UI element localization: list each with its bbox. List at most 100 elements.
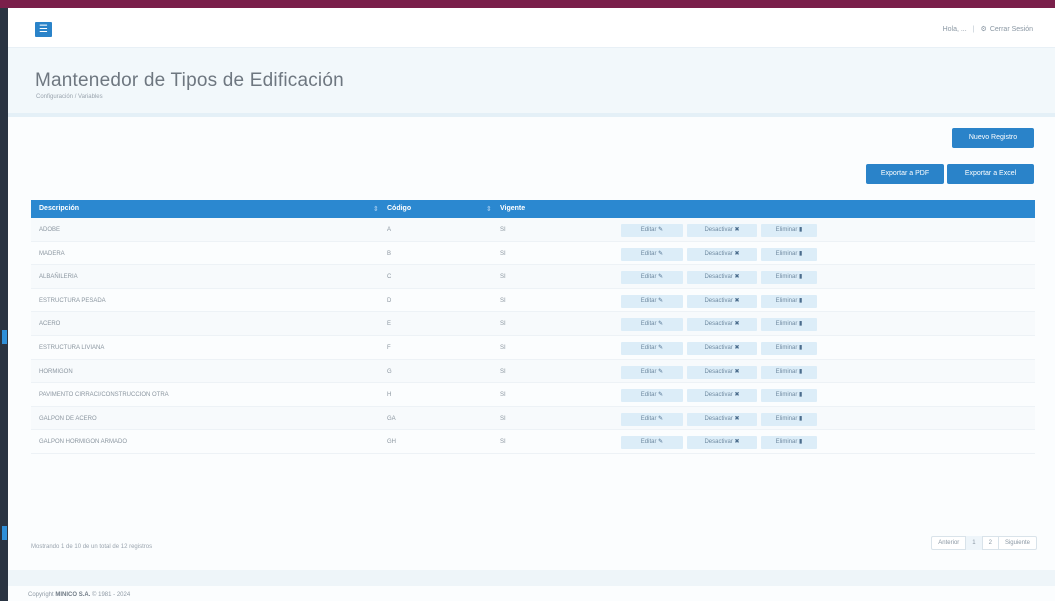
pencil-icon: ✎ [658, 415, 664, 422]
deactivate-button[interactable]: Desactivar ✖ [687, 318, 757, 332]
deactivate-button[interactable]: Desactivar ✖ [687, 271, 757, 285]
trash-icon: ▮ [799, 297, 803, 304]
cell-vigente: SI [500, 321, 506, 328]
cell-codigo: E [387, 321, 392, 328]
sort-icon[interactable]: ⇕ [373, 205, 379, 213]
delete-label: Eliminar [775, 415, 798, 422]
deactivate-button[interactable]: Desactivar ✖ [687, 365, 757, 379]
close-icon: ✖ [734, 321, 740, 328]
row-actions: Editar ✎ Desactivar ✖ Eliminar ▮ [621, 412, 817, 426]
deactivate-label: Desactivar [704, 344, 733, 351]
delete-label: Eliminar [775, 250, 798, 257]
pagination-page-2[interactable]: 2 [981, 536, 998, 550]
separator: | [972, 25, 975, 33]
trash-icon: ▮ [799, 344, 803, 351]
table-row: ESTRUCTURA LIVIANA F SI Editar ✎ Desactivar … [31, 336, 1035, 360]
delete-button[interactable]: Eliminar ▮ [761, 224, 817, 237]
delete-button[interactable]: Eliminar ▮ [761, 412, 817, 426]
edit-button[interactable]: Editar ✎ [621, 294, 683, 308]
trash-icon: ▮ [799, 368, 803, 375]
window-top-border [0, 0, 1055, 8]
deactivate-label: Desactivar [704, 250, 733, 257]
edit-button[interactable]: Editar ✎ [621, 436, 683, 450]
delete-button[interactable]: Eliminar ▮ [761, 271, 817, 285]
delete-button[interactable]: Eliminar ▮ [761, 318, 817, 332]
cell-descripcion: MADERA [39, 250, 65, 257]
table-info: Mostrando 1 de 10 de un total de 12 regi… [31, 544, 153, 550]
column-header-vigente[interactable]: Vigente [500, 205, 525, 212]
export-pdf-button[interactable]: Exportar a PDF [866, 164, 944, 184]
delete-button[interactable]: Eliminar ▮ [761, 247, 817, 261]
delete-button[interactable]: Eliminar ▮ [761, 341, 817, 355]
table-row: GALPON DE ACERO GA SI Editar ✎ Desactivar ✖ E… [31, 406, 1035, 431]
deactivate-button[interactable]: Desactivar ✖ [687, 389, 757, 403]
topbar: ☰ Hola, ... | ⚙ Cerrar Sesión [8, 8, 1055, 48]
export-excel-button[interactable]: Exportar a Excel [947, 164, 1034, 184]
deactivate-label: Desactivar [704, 321, 733, 328]
edit-button[interactable]: Editar ✎ [621, 247, 683, 261]
close-icon: ✖ [734, 392, 740, 399]
close-icon: ✖ [734, 368, 740, 375]
deactivate-button[interactable]: Desactivar ✖ [687, 341, 757, 355]
cell-descripcion: ESTRUCTURA LIVIANA [39, 344, 105, 351]
delete-button[interactable]: Eliminar ▮ [761, 436, 817, 450]
edit-button[interactable]: Editar ✎ [621, 341, 683, 355]
deactivate-button[interactable]: Desactivar ✖ [687, 436, 757, 450]
edit-button[interactable]: Editar ✎ [621, 318, 683, 332]
delete-label: Eliminar [775, 392, 798, 399]
column-header-codigo[interactable]: Código [387, 205, 411, 212]
sort-icon[interactable]: ⇕ [486, 205, 492, 213]
delete-label: Eliminar [775, 297, 798, 304]
user-menu[interactable]: Hola, ... [943, 26, 967, 33]
trash-icon: ▮ [799, 439, 803, 446]
pencil-icon: ✎ [658, 297, 664, 304]
deactivate-label: Desactivar [704, 415, 733, 422]
pagination-prev[interactable]: Anterior [932, 536, 965, 550]
table-row: HORMIGON G SI Editar ✎ Desactivar ✖ Eliminar … [31, 359, 1035, 384]
edit-button[interactable]: Editar ✎ [621, 412, 683, 426]
cell-vigente: SI [500, 439, 506, 446]
delete-button[interactable]: Eliminar ▮ [761, 294, 817, 308]
edit-button[interactable]: Editar ✎ [621, 224, 683, 237]
deactivate-button[interactable]: Desactivar ✖ [687, 294, 757, 308]
column-header-descripcion[interactable]: Descripción [39, 205, 79, 212]
cell-descripcion: ADOBE [39, 227, 61, 233]
cell-descripcion: PAVIMENTO CIRRACI/CONSTRUCCION OTRA [39, 392, 169, 399]
gear-icon: ⚙ [980, 26, 987, 33]
cell-codigo: H [387, 392, 392, 399]
deactivate-button[interactable]: Desactivar ✖ [687, 412, 757, 426]
table-body: ADOBE A SI Editar ✎ Desactivar ✖ Eliminar ▮ MA… [31, 218, 1035, 454]
delete-button[interactable]: Eliminar ▮ [761, 389, 817, 403]
delete-label: Eliminar [775, 321, 798, 328]
edit-label: Editar [640, 439, 657, 446]
table-row: ALBAÑILERIA C SI Editar ✎ Desactivar ✖ Elimin… [31, 265, 1035, 289]
deactivate-button[interactable]: Desactivar ✖ [687, 224, 757, 237]
cell-vigente: SI [500, 250, 506, 257]
cell-vigente: SI [500, 368, 506, 375]
cell-codigo: F [387, 344, 391, 351]
deactivate-button[interactable]: Desactivar ✖ [687, 247, 757, 261]
logout-link[interactable]: ⚙ Cerrar Sesión [980, 25, 1033, 34]
delete-label: Eliminar [775, 439, 798, 446]
menu-toggle-button[interactable]: ☰ [35, 22, 52, 37]
pencil-icon: ✎ [658, 439, 664, 446]
data-table: Descripción ⇕ Código ⇕ Vigente ADOBE A SI E… [31, 200, 1035, 454]
edit-label: Editar [640, 392, 657, 399]
breadcrumb: Configuración / Variables [36, 94, 103, 100]
cell-descripcion: ACERO [39, 321, 61, 328]
row-actions: Editar ✎ Desactivar ✖ Eliminar ▮ [621, 318, 817, 332]
pagination-next[interactable]: Siguiente [997, 536, 1036, 550]
close-icon: ✖ [734, 274, 740, 281]
pencil-icon: ✎ [658, 344, 664, 351]
trash-icon: ▮ [799, 415, 803, 422]
edit-button[interactable]: Editar ✎ [621, 365, 683, 379]
new-record-button[interactable]: Nuevo Registro [952, 128, 1034, 148]
cell-codigo: G [387, 368, 392, 375]
edit-button[interactable]: Editar ✎ [621, 271, 683, 285]
cell-codigo: B [387, 250, 392, 257]
delete-button[interactable]: Eliminar ▮ [761, 365, 817, 379]
edit-label: Editar [640, 297, 657, 304]
edit-button[interactable]: Editar ✎ [621, 389, 683, 403]
table-row: ESTRUCTURA PESADA D SI Editar ✎ Desactivar ✖… [31, 289, 1035, 313]
pagination-page-1[interactable]: 1 [965, 536, 982, 550]
